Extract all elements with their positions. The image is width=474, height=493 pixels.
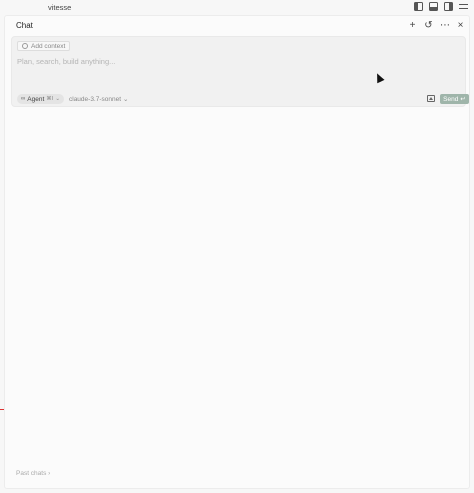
window-title: vitesse: [48, 3, 72, 12]
at-sign-icon: [22, 43, 28, 49]
title-bar: vitesse: [0, 0, 474, 15]
toggle-secondary-sidebar-icon[interactable]: [444, 2, 453, 11]
more-icon[interactable]: ⋯: [440, 20, 450, 31]
history-icon[interactable]: ↺: [424, 20, 433, 31]
chat-composer: Add context ∞ Agent ⌘I ⌄ claude-3.7-sonn…: [11, 36, 469, 107]
close-icon[interactable]: ×: [456, 20, 465, 31]
chevron-down-icon: ⌄: [123, 96, 129, 103]
toggle-panel-icon[interactable]: [429, 2, 438, 11]
prompt-input[interactable]: [17, 54, 457, 68]
chat-title: Chat: [16, 21, 33, 30]
return-icon: ↵: [460, 96, 466, 103]
add-context-label: Add context: [31, 42, 66, 50]
chat-header: Chat + ↺ ⋯ ×: [5, 16, 469, 36]
edge-marker: [0, 409, 4, 410]
chat-header-actions: + ↺ ⋯ ×: [408, 20, 465, 31]
chevron-down-icon: ⌄: [55, 96, 60, 102]
model-label: claude-3.7-sonnet: [69, 95, 122, 103]
past-chats-link[interactable]: Past chats ›: [16, 470, 50, 477]
chat-panel: Chat + ↺ ⋯ × Add context ∞ Agent ⌘I ⌄ cl…: [4, 15, 470, 489]
layout-controls: [414, 2, 468, 11]
customize-layout-icon[interactable]: [459, 2, 468, 11]
agent-mode-selector[interactable]: ∞ Agent ⌘I ⌄: [17, 94, 64, 104]
toggle-primary-sidebar-icon[interactable]: [414, 2, 423, 11]
agent-shortcut: ⌘I: [46, 96, 54, 102]
past-chats-label: Past chats: [16, 470, 47, 477]
composer-footer: ∞ Agent ⌘I ⌄ claude-3.7-sonnet ⌄ Send ↵: [17, 94, 469, 105]
chevron-right-icon: ›: [48, 470, 51, 477]
model-selector[interactable]: claude-3.7-sonnet ⌄: [69, 95, 129, 104]
send-label: Send: [443, 95, 459, 103]
agent-label: Agent: [27, 95, 45, 103]
add-context-button[interactable]: Add context: [17, 41, 71, 51]
image-upload-icon[interactable]: [427, 95, 435, 102]
send-button[interactable]: Send ↵: [440, 94, 469, 104]
plus-icon[interactable]: +: [408, 20, 417, 31]
infinity-icon: ∞: [21, 96, 26, 102]
